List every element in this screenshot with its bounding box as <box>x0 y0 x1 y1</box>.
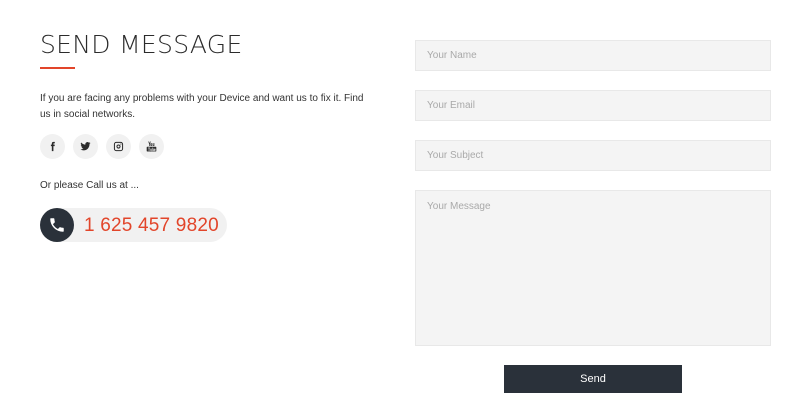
contact-description: If you are facing any problems with your… <box>40 93 364 120</box>
twitter-link[interactable] <box>73 134 98 159</box>
section-title: SEND MESSAGE <box>40 30 243 59</box>
instagram-link[interactable] <box>106 134 131 159</box>
social-links <box>40 134 164 159</box>
name-input[interactable] <box>415 40 771 71</box>
send-button[interactable]: Send <box>504 365 682 393</box>
call-prompt: Or please Call us at ... <box>40 180 139 191</box>
instagram-icon <box>113 141 124 152</box>
facebook-link[interactable] <box>40 134 65 159</box>
phone-icon-badge <box>40 208 74 242</box>
subject-input[interactable] <box>415 140 771 171</box>
youtube-link[interactable] <box>139 134 164 159</box>
facebook-icon <box>50 141 55 152</box>
message-textarea[interactable] <box>415 190 771 346</box>
youtube-icon <box>146 141 157 152</box>
email-input[interactable] <box>415 90 771 121</box>
phone-number[interactable]: 1 625 457 9820 <box>84 215 219 237</box>
title-underline <box>40 67 75 69</box>
phone-contact[interactable]: 1 625 457 9820 <box>40 208 227 242</box>
phone-icon <box>50 218 64 232</box>
twitter-icon <box>80 142 91 151</box>
